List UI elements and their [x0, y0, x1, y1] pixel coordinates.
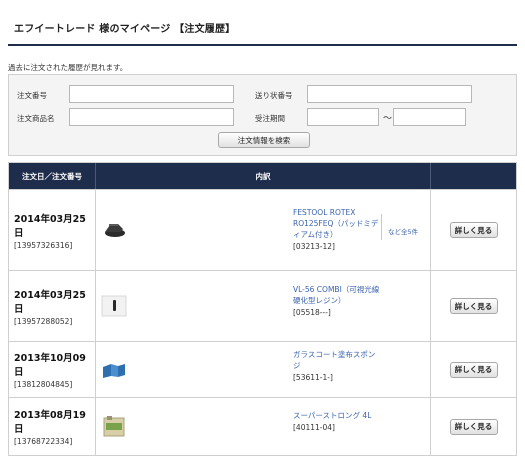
period-tilde: ～: [383, 114, 393, 124]
product-code: [40111-04]: [293, 423, 335, 432]
product-link[interactable]: VL-56 COMBI（可視光線硬化型レジン） [05518---]: [293, 284, 381, 318]
table-row: 2014年03月25日 [13957288052] VL-56 COMBI（可視…: [9, 270, 516, 341]
order-date-cell: 2013年08月19日 [13768722334]: [9, 398, 96, 455]
order-period-label: 受注期間: [255, 114, 285, 123]
sander-thumbnail-icon: [105, 224, 125, 237]
product-code: [03213-12]: [293, 242, 335, 251]
order-date-cell: 2013年10月09日 [13812804845]: [9, 342, 96, 397]
order-number-label: 注文番号: [17, 91, 47, 100]
actions-cell: 詳しく見る: [431, 271, 516, 341]
order-history-table: 注文日／注文番号 内訳 2014年03月25日 [13957326316] FE…: [8, 162, 517, 456]
order-date: 2013年10月09日: [14, 353, 86, 378]
header-details: 内訳: [96, 163, 431, 189]
product-name-input[interactable]: [69, 108, 234, 126]
view-details-button[interactable]: 詳しく見る: [449, 361, 498, 378]
order-date: 2014年03月25日: [14, 289, 86, 315]
order-number: [13768722334]: [14, 437, 73, 446]
header-actions: [431, 163, 516, 189]
table-row: 2014年03月25日 [13957326316] FESTOOL ROTEX …: [9, 189, 516, 270]
view-details-button[interactable]: 詳しく見る: [449, 298, 498, 314]
order-details-cell: VL-56 COMBI（可視光線硬化型レジン） [05518---]: [96, 271, 431, 341]
order-date: 2013年08月19日: [14, 410, 86, 435]
order-details-cell: FESTOOL ROTEX RO125FEQ（パッドミディアム付き） [0321…: [96, 190, 431, 270]
table-row: 2013年08月19日 [13768722334] スーパーストロング 4L […: [9, 397, 516, 455]
tracking-number-input[interactable]: [307, 85, 472, 103]
order-number-input[interactable]: [69, 85, 234, 103]
intro-text: 過去に注文された履歴が見れます。: [8, 63, 128, 72]
order-details-cell: ガラスコート塗布スポンジ [53611-1-]: [96, 342, 431, 397]
order-details-cell: スーパーストロング 4L [40111-04]: [96, 398, 431, 455]
view-details-button[interactable]: 詳しく見る: [449, 418, 498, 435]
actions-cell: 詳しく見る: [431, 398, 516, 455]
product-link[interactable]: FESTOOL ROTEX RO125FEQ（パッドミディアム付き） [0321…: [293, 207, 381, 252]
search-orders-button[interactable]: 注文情報を検索: [218, 132, 310, 148]
order-number: [13812804845]: [14, 380, 73, 389]
table-row: 2013年10月09日 [13812804845] ガラスコート塗布スポンジ […: [9, 341, 516, 397]
actions-cell: 詳しく見る: [431, 342, 516, 397]
product-link[interactable]: ガラスコート塗布スポンジ [53611-1-]: [293, 349, 381, 383]
view-details-button[interactable]: 詳しく見る: [449, 222, 498, 238]
table-header: 注文日／注文番号 内訳: [9, 163, 516, 189]
actions-cell: 詳しく見る: [431, 190, 516, 270]
product-link[interactable]: スーパーストロング 4L [40111-04]: [293, 410, 381, 433]
title-divider: [8, 44, 517, 46]
product-code: [05518---]: [293, 308, 331, 317]
period-to-input[interactable]: [393, 108, 466, 126]
header-date-order: 注文日／注文番号: [9, 163, 96, 189]
product-code: [53611-1-]: [293, 373, 333, 382]
resin-tube-thumbnail-icon: [101, 295, 127, 317]
search-panel: 注文番号 送り状番号 注文商品名 受注期間 ～ 注文情報を検索: [8, 74, 517, 156]
page-title: エフイートレード 様のマイページ 【注文履歴】: [14, 24, 236, 35]
product-name-label: 注文商品名: [17, 114, 55, 123]
period-from-input[interactable]: [307, 108, 379, 126]
order-number: [13957288052]: [14, 316, 73, 326]
item-separator: [381, 214, 382, 240]
more-items-link[interactable]: など全5件: [388, 226, 418, 236]
order-number: [13957326316]: [14, 240, 73, 250]
order-date-cell: 2014年03月25日 [13957326316]: [9, 190, 96, 270]
order-date: 2014年03月25日: [14, 213, 86, 239]
order-date-cell: 2014年03月25日 [13957288052]: [9, 271, 96, 341]
can-thumbnail-icon: [103, 416, 125, 437]
sponge-thumbnail-icon: [103, 364, 125, 378]
tracking-number-label: 送り状番号: [255, 91, 293, 100]
